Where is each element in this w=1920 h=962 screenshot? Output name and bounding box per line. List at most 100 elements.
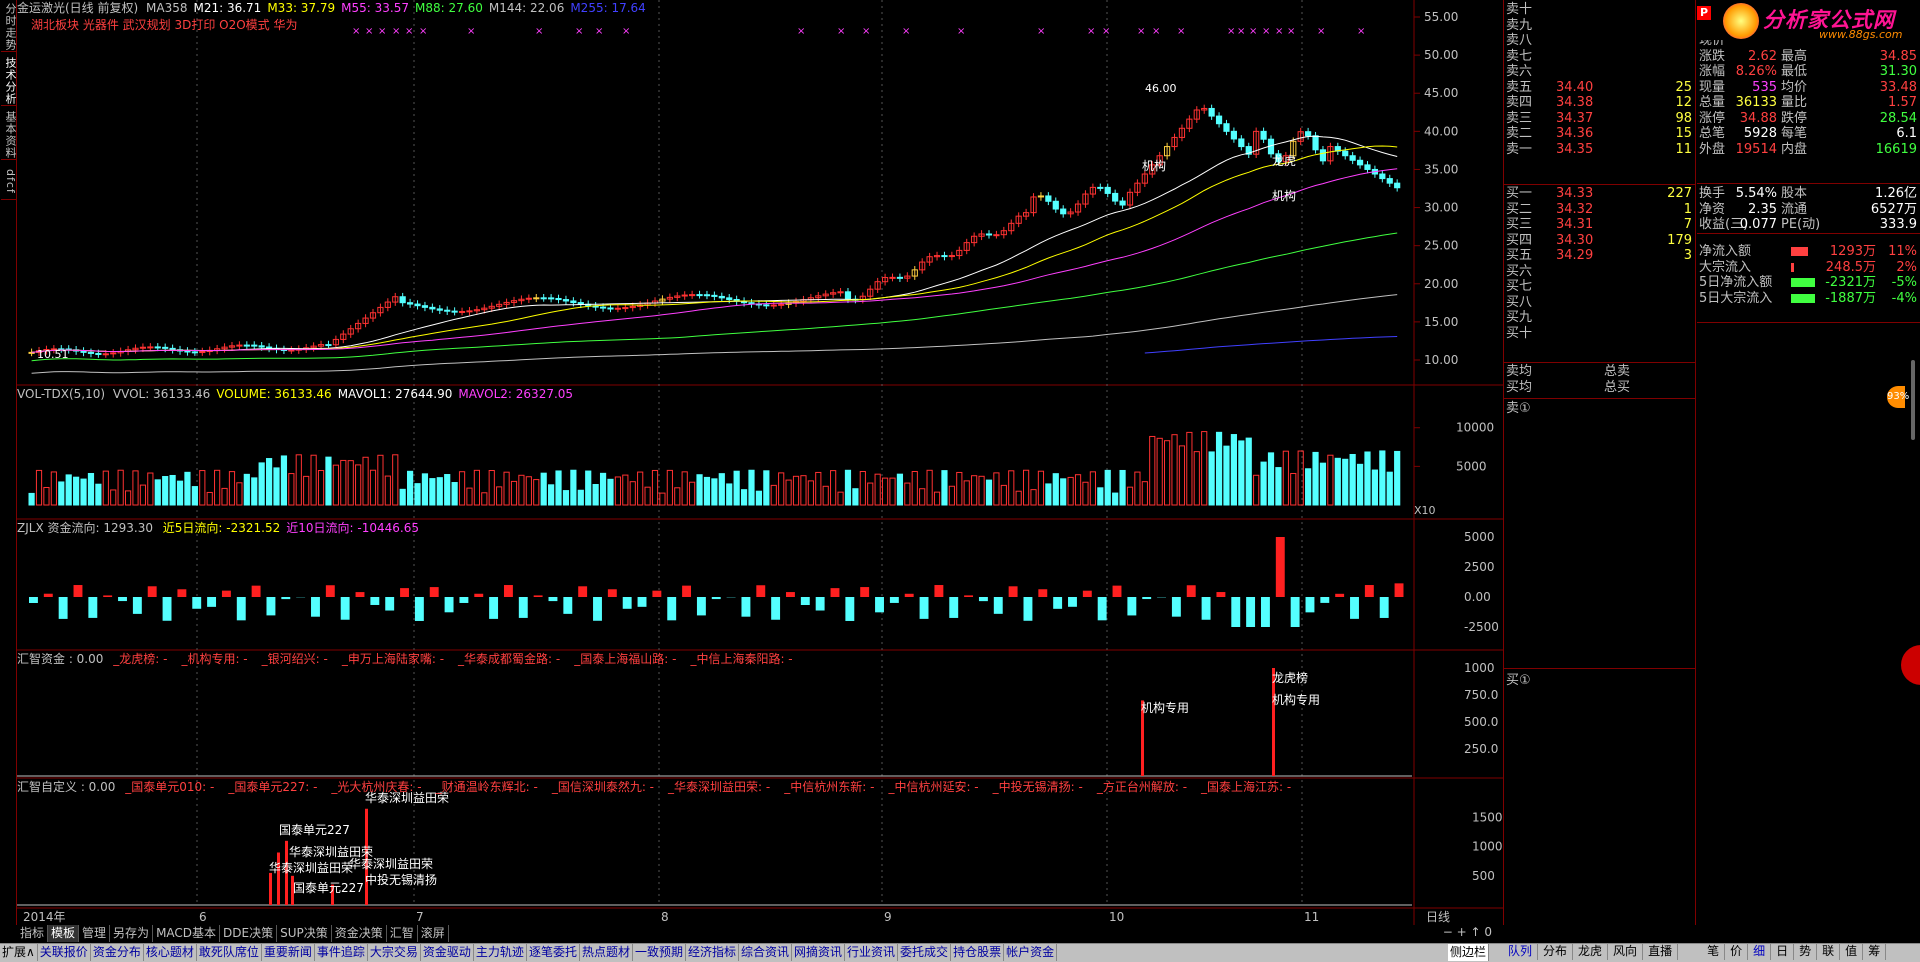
right-tab-7[interactable]: 细 [1748, 943, 1772, 960]
chart-zoom-controls[interactable]: − + ↑ 0 [1443, 925, 1492, 939]
right-tab-11[interactable]: 值 [1840, 943, 1864, 960]
chart-tab-1[interactable]: 模板 [48, 925, 80, 942]
tab-intraday[interactable]: 分时走势 [1, 2, 17, 52]
func-tab-11[interactable]: 热点题材 [580, 944, 633, 961]
volume-bar [963, 480, 970, 506]
chart-tab-0[interactable]: 指标 [17, 925, 49, 942]
ask-row[interactable]: 卖八 [1504, 33, 1696, 48]
price-axis-label: 25.00 [1424, 239, 1458, 253]
func-tab-9[interactable]: 主力轨迹 [474, 944, 527, 961]
func-tab-2[interactable]: 资金分布 [91, 944, 144, 961]
chart-tab-6[interactable]: SUP决策 [277, 925, 332, 942]
volume-bar [1379, 450, 1386, 506]
chart-tab-7[interactable]: 资金决策 [332, 925, 387, 942]
right-tab-12[interactable]: 筹 [1863, 943, 1887, 960]
right-tab-0[interactable]: 队列 [1503, 943, 1539, 960]
sell-queue-label[interactable]: 卖① [1504, 401, 1696, 416]
func-tab-20[interactable]: 侧边栏 [1448, 944, 1490, 961]
func-tab-0[interactable]: 扩展∧ [0, 944, 38, 961]
chart-tab-9[interactable]: 滚屏 [418, 925, 449, 942]
right-tab-2[interactable]: 龙虎 [1573, 943, 1609, 960]
ask-row[interactable]: 卖二 34.36 15 [1504, 126, 1696, 141]
ask-row[interactable]: 卖六 [1504, 64, 1696, 79]
func-tab-7[interactable]: 大宗交易 [368, 944, 421, 961]
bid-row[interactable]: 买一 34.33 227 [1504, 186, 1696, 201]
candle-body [191, 351, 198, 354]
book-divider [1504, 668, 1696, 669]
func-tab-19[interactable]: 帐户资金 [1004, 944, 1058, 961]
bid-row[interactable]: 买五 34.29 3 [1504, 248, 1696, 263]
flower-icon [1723, 3, 1759, 39]
candle-body [540, 297, 547, 300]
func-tab-3[interactable]: 核心题材 [144, 944, 197, 961]
right-tab-3[interactable]: 风向 [1608, 943, 1644, 960]
func-tab-10[interactable]: 逐笔委托 [527, 944, 580, 961]
bid-row[interactable]: 买七 [1504, 279, 1696, 294]
func-tab-6[interactable]: 事件追踪 [315, 944, 368, 961]
ask-row[interactable]: 卖五 34.40 25 [1504, 80, 1696, 95]
volume-bar [1186, 431, 1193, 506]
right-tab-1[interactable]: 分布 [1538, 943, 1574, 960]
chart-tab-2[interactable]: 管理 [79, 925, 111, 942]
func-tab-8[interactable]: 资金驱动 [421, 944, 474, 961]
func-tab-13[interactable]: 经济指标 [686, 944, 739, 961]
volume-bar [451, 482, 458, 506]
zjlx-bar [311, 597, 320, 617]
chart-tab-5[interactable]: DDE决策 [220, 925, 278, 942]
buy-queue-label[interactable]: 买① [1504, 673, 1696, 688]
volume-bar [674, 487, 681, 506]
chart-tab-3[interactable]: 另存为 [110, 925, 154, 942]
bid-row[interactable]: 买四 34.30 179 [1504, 233, 1696, 248]
right-tab-6[interactable]: 价 [1725, 943, 1749, 960]
chart-area[interactable]: 55.00 50.00 45.00 40.00 35.00 30.00 25.00 20.00… [17, 0, 1503, 925]
bid-row[interactable]: 买二 34.32 1 [1504, 202, 1696, 217]
volume-bar [1000, 484, 1007, 506]
func-tab-14[interactable]: 综合资讯 [739, 944, 793, 961]
tab-dfcf[interactable]: dfcf [1, 164, 17, 200]
func-tab-17[interactable]: 委托成交 [898, 944, 952, 961]
tab-fundamentals[interactable]: 基本资料 [1, 110, 17, 160]
ask-row[interactable]: 卖十 [1504, 2, 1696, 17]
side-toggle-button[interactable] [1901, 645, 1920, 685]
candle-body [414, 303, 421, 307]
ask-row[interactable]: 卖九 [1504, 18, 1696, 33]
ask-row[interactable]: 卖三 34.37 98 [1504, 111, 1696, 126]
ask-row[interactable]: 卖四 34.38 12 [1504, 95, 1696, 110]
progress-badge[interactable]: 93% [1887, 386, 1909, 408]
func-tab-12[interactable]: 一致预期 [633, 944, 686, 961]
bid-row[interactable]: 买三 34.31 7 [1504, 217, 1696, 232]
volume-bar [191, 486, 198, 506]
func-tab-15[interactable]: 网摘资讯 [792, 944, 846, 961]
bid-row[interactable]: 买十 [1504, 326, 1696, 341]
huizhi-legend-item: _龙虎榜: - [113, 652, 168, 666]
ask-row[interactable]: 卖一 34.35 11 [1504, 142, 1696, 157]
right-tab-8[interactable]: 日 [1771, 943, 1795, 960]
chart-annotation: 龙虎 [1272, 154, 1296, 168]
quote-label: 最高 [1781, 48, 1808, 64]
ma-legend-item: M55: 33.57 [341, 1, 410, 15]
bid-row[interactable]: 买六 [1504, 264, 1696, 279]
func-tab-5[interactable]: 重要新闻 [262, 944, 315, 961]
zjlx-bar [1097, 597, 1107, 621]
right-tab-5[interactable]: 笔 [1702, 943, 1726, 960]
zjlx-bar [548, 597, 558, 602]
right-scrollbar[interactable]: 93% [1887, 0, 1920, 925]
zjlx-bar [132, 597, 142, 614]
signal-marker: × [378, 26, 386, 37]
func-tab-1[interactable]: 关联报价 [38, 944, 91, 961]
bid-row[interactable]: 买八 [1504, 295, 1696, 310]
func-tab-4[interactable]: 敢死队席位 [197, 944, 262, 961]
func-tab-16[interactable]: 行业资讯 [845, 944, 899, 961]
tab-technical[interactable]: 技术分析 [1, 56, 17, 106]
func-tab-18[interactable]: 持仓股票 [951, 944, 1005, 961]
scroll-thumb[interactable] [1911, 360, 1915, 440]
right-tab-10[interactable]: 联 [1817, 943, 1841, 960]
volume-bar [1112, 492, 1119, 506]
chart-tab-4[interactable]: MACD基本 [153, 925, 221, 942]
chart-tab-8[interactable]: 汇智 [387, 925, 418, 942]
ask-row[interactable]: 卖七 [1504, 49, 1696, 64]
right-tab-9[interactable]: 势 [1794, 943, 1818, 960]
bid-row[interactable]: 买九 [1504, 310, 1696, 325]
volume-bar [637, 471, 644, 506]
right-tab-4[interactable]: 直播 [1643, 943, 1679, 960]
